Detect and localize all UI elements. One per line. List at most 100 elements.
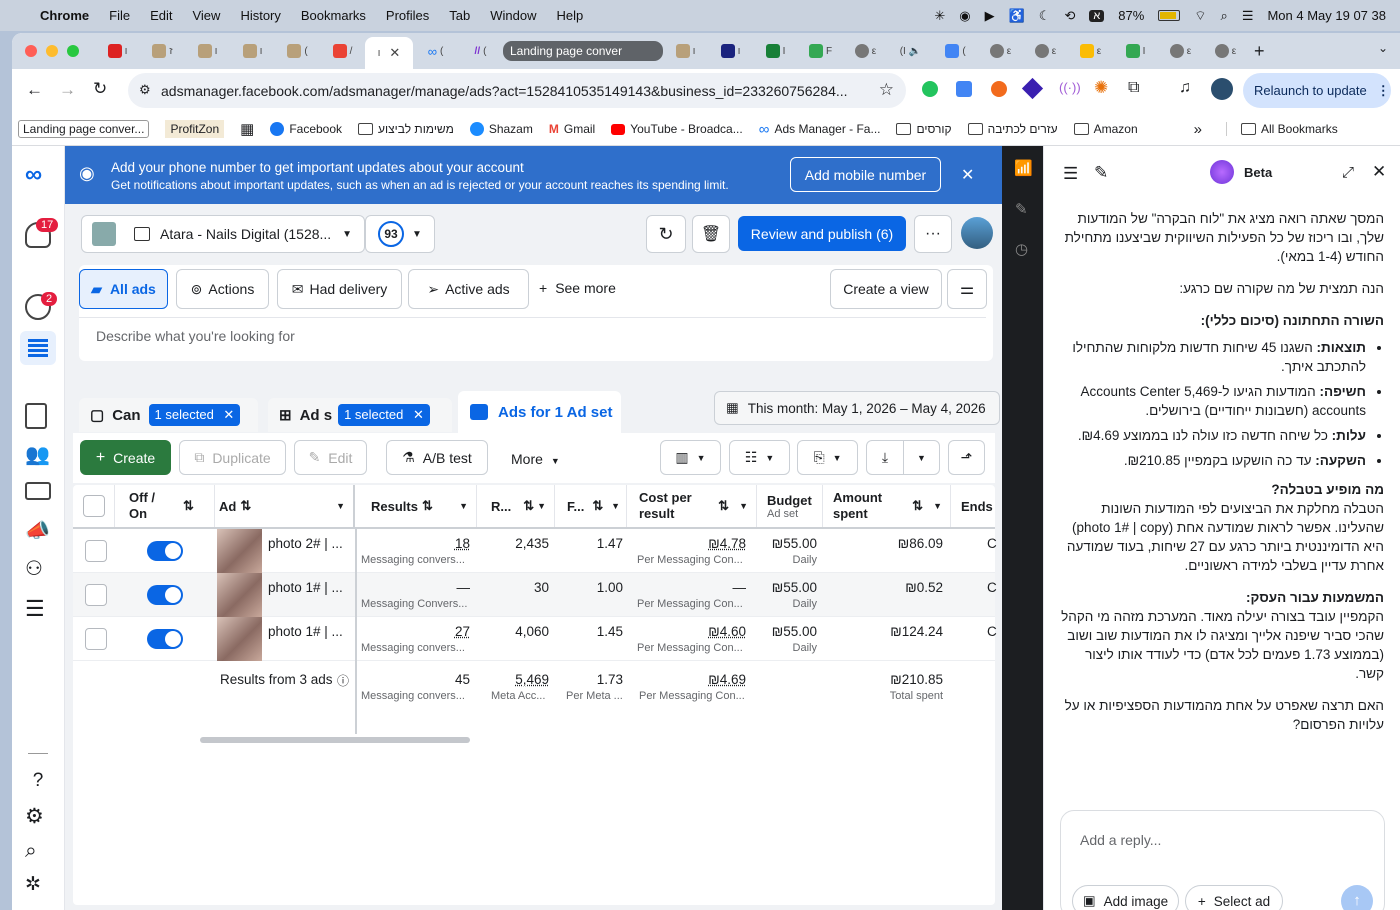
all-tools-menu-icon[interactable]: ☰ bbox=[25, 596, 51, 622]
header-frequency[interactable]: F... ⇅ ▼ bbox=[555, 485, 627, 527]
bug-report-icon[interactable]: ✲ bbox=[25, 873, 51, 899]
row-checkbox[interactable] bbox=[85, 584, 107, 606]
sort-icon[interactable]: ⇅ bbox=[912, 498, 923, 514]
tab[interactable]: ו bbox=[708, 38, 753, 64]
address-bar[interactable]: ⚙ adsmanager.facebook.com/adsmanager/man… bbox=[128, 73, 906, 108]
tab[interactable]: I bbox=[1113, 38, 1158, 64]
tab[interactable]: ( bbox=[275, 38, 320, 64]
table-row[interactable]: photo 1# | ... — Messaging Convers... 30… bbox=[73, 573, 997, 617]
clear-selection-icon[interactable]: ✕ bbox=[223, 407, 234, 422]
refresh-button[interactable]: ↻ bbox=[646, 215, 686, 253]
tab[interactable]: (I 🔈 bbox=[888, 38, 933, 64]
ad-name[interactable]: photo 1# | ... bbox=[268, 580, 343, 595]
business-tools-icon[interactable]: ⚇ bbox=[25, 556, 51, 582]
menu-tab[interactable]: Tab bbox=[449, 8, 470, 23]
translate-icon[interactable] bbox=[956, 81, 972, 97]
menu-app-name[interactable]: Chrome bbox=[40, 8, 89, 23]
chart-icon[interactable]: 📶 bbox=[1014, 159, 1033, 177]
tab[interactable]: ε bbox=[1203, 38, 1248, 64]
search-icon[interactable]: ⌕ bbox=[25, 839, 51, 865]
extension-icon[interactable] bbox=[1021, 77, 1044, 100]
menu-help[interactable]: Help bbox=[557, 8, 584, 23]
tab[interactable]: ∞( bbox=[413, 38, 458, 64]
chevron-down-icon[interactable]: ▼ bbox=[459, 501, 468, 511]
ads-manager-table-icon[interactable] bbox=[20, 331, 56, 365]
chevron-down-icon[interactable]: ▼ bbox=[611, 501, 620, 511]
reports-button[interactable]: ⎘ ▼ bbox=[797, 440, 858, 475]
sparkle-icon[interactable]: ✳ bbox=[934, 8, 945, 24]
campaign-selected-pill[interactable]: 1 selected ✕ bbox=[148, 404, 241, 426]
minimize-window-button[interactable] bbox=[46, 45, 58, 57]
adsets-level-tab[interactable]: ⊞ Ad s 1 selected ✕ bbox=[268, 398, 452, 432]
menu-history[interactable]: History bbox=[240, 8, 280, 23]
all-ads-filter[interactable]: ▰ All ads bbox=[79, 269, 168, 309]
header-cost-per-result[interactable]: Cost per result ⇅ ▼ bbox=[627, 485, 757, 527]
settings-gear-icon[interactable]: ⚙ bbox=[25, 804, 51, 830]
header-budget[interactable]: Budget Ad set bbox=[757, 485, 823, 527]
new-chat-icon[interactable]: ✎ bbox=[1094, 163, 1108, 183]
menu-view[interactable]: View bbox=[192, 8, 220, 23]
tab[interactable]: ו bbox=[230, 38, 275, 64]
sort-icon[interactable]: ⇅ bbox=[183, 498, 194, 514]
clear-selection-icon[interactable]: ✕ bbox=[413, 407, 424, 422]
tab[interactable]: ו bbox=[663, 38, 708, 64]
menu-profiles[interactable]: Profiles bbox=[386, 8, 429, 23]
record-icon[interactable]: ◉ bbox=[959, 8, 970, 24]
url-text[interactable]: adsmanager.facebook.com/adsmanager/manag… bbox=[161, 83, 848, 99]
search-icon[interactable]: ⌕ bbox=[1221, 8, 1228, 24]
tab[interactable]: ε bbox=[978, 38, 1023, 64]
select-ad-button[interactable]: + Select ad bbox=[1185, 885, 1283, 910]
sort-icon[interactable]: ⇅ bbox=[240, 498, 251, 514]
tab[interactable]: / bbox=[320, 38, 365, 64]
bookmark-item[interactable]: Shazam bbox=[469, 122, 533, 136]
row-checkbox[interactable] bbox=[85, 540, 107, 562]
ad-name[interactable]: photo 2# | ... bbox=[268, 536, 343, 551]
header-reach[interactable]: R... ⇅ ▼ bbox=[477, 485, 555, 527]
ad-toggle[interactable] bbox=[147, 541, 183, 561]
zoom-window-button[interactable] bbox=[67, 45, 79, 57]
review-and-publish-button[interactable]: Review and publish (6) bbox=[738, 216, 906, 251]
extension-icon[interactable]: ((·)) bbox=[1059, 80, 1081, 95]
header-results[interactable]: Results ⇅ ▼ bbox=[357, 485, 477, 527]
table-row[interactable]: photo 2# | ... 18 Messaging convers... 2… bbox=[73, 529, 997, 573]
audiences-icon[interactable]: 👥 bbox=[25, 442, 51, 468]
bookmark-item[interactable]: קורסים bbox=[896, 122, 952, 136]
tab[interactable]: ו bbox=[185, 38, 230, 64]
tab[interactable]: ז bbox=[140, 38, 185, 64]
account-selector[interactable]: Atara - Nails Digital (1528... ▼ bbox=[81, 215, 365, 253]
relaunch-button[interactable]: Relaunch to update ⋮ bbox=[1243, 73, 1391, 108]
sort-icon[interactable]: ⇅ bbox=[523, 498, 534, 514]
tab[interactable]: ε bbox=[843, 38, 888, 64]
extensions-puzzle-icon[interactable]: ⧉ bbox=[1128, 79, 1139, 97]
chevron-down-icon[interactable]: ▼ bbox=[739, 498, 748, 514]
select-all-checkbox[interactable] bbox=[82, 495, 105, 517]
more-bookmarks-icon[interactable]: » bbox=[1194, 121, 1202, 138]
had-delivery-filter[interactable]: ✉ Had delivery bbox=[277, 269, 402, 309]
tab-active[interactable]: ו ✕ bbox=[365, 37, 413, 69]
expand-icon[interactable]: ⤢ bbox=[1342, 164, 1354, 181]
close-tab-icon[interactable]: ✕ bbox=[389, 45, 400, 61]
bookmark-item[interactable]: עזרים לכתיבה bbox=[967, 122, 1058, 136]
battery-icon[interactable] bbox=[1158, 10, 1181, 21]
tab[interactable]: ε bbox=[1023, 38, 1068, 64]
header-amount-spent[interactable]: Amount spent ⇅ ▼ bbox=[823, 485, 951, 527]
chevron-down-icon[interactable]: ▼ bbox=[336, 501, 345, 511]
chevron-down-icon[interactable]: ▼ bbox=[933, 498, 942, 514]
kebab-menu-icon[interactable]: ⋮ bbox=[1377, 83, 1390, 99]
ab-test-button[interactable]: ⚗ A/B test bbox=[386, 440, 488, 475]
bookmark-item[interactable]: Facebook bbox=[270, 122, 342, 136]
duplicate-button[interactable]: ⧉ Duplicate bbox=[179, 440, 286, 475]
moon-icon[interactable]: ☾ bbox=[1039, 8, 1051, 24]
menu-window[interactable]: Window bbox=[490, 8, 536, 23]
add-image-button[interactable]: ▣ Add image bbox=[1072, 885, 1179, 910]
ad-toggle[interactable] bbox=[147, 629, 183, 649]
add-mobile-number-button[interactable]: Add mobile number bbox=[790, 157, 941, 192]
speaker-icon[interactable]: 🔈 bbox=[909, 46, 921, 57]
extension-icon[interactable] bbox=[991, 81, 1007, 97]
help-icon[interactable]: ? bbox=[25, 770, 51, 796]
bookmark-item[interactable]: Landing page conver... bbox=[18, 120, 150, 138]
bookmark-item[interactable]: ∞ Ads Manager - Fa... bbox=[759, 121, 881, 138]
opportunity-score[interactable]: 93 ▼ bbox=[365, 215, 435, 253]
menu-edit[interactable]: Edit bbox=[150, 8, 172, 23]
tab-search-icon[interactable]: ⌄ bbox=[1378, 41, 1388, 55]
